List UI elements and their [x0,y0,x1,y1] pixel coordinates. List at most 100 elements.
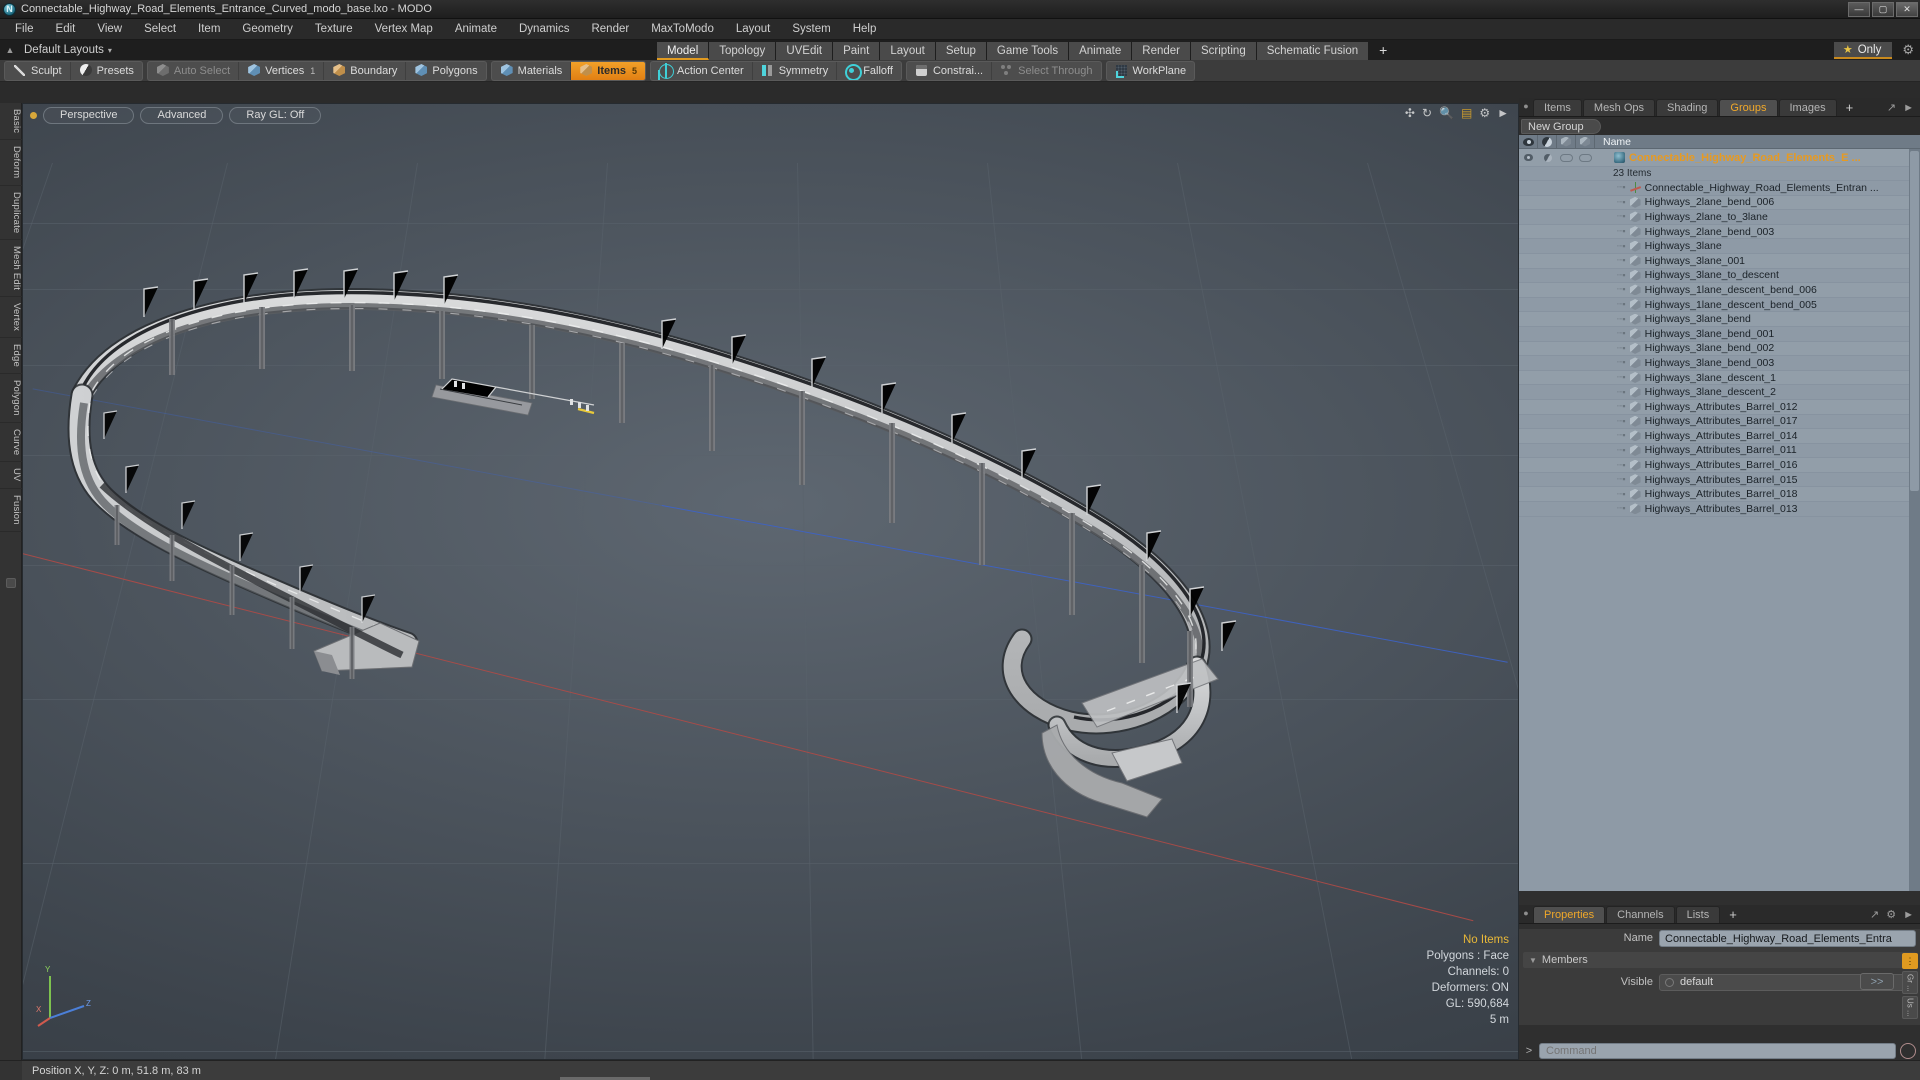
row-toggle-cell[interactable] [1538,225,1557,239]
row-toggle-cell[interactable] [1576,298,1595,312]
table-row[interactable]: ┈▪ Highways_3lane [1519,239,1920,254]
row-toggle-cell[interactable] [1538,473,1557,487]
row-toggle-cell[interactable] [1538,254,1557,268]
sidebar-item-basic[interactable]: Basic [0,103,22,141]
item-name-cell[interactable]: ┈▪ Highways_Attributes_Barrel_014 [1595,430,1798,442]
command-input[interactable] [1539,1043,1896,1059]
row-toggle-cell[interactable] [1538,487,1557,501]
row-toggle-cell[interactable] [1519,487,1538,501]
row-toggle-cell[interactable] [1557,210,1576,224]
row-toggle-cell[interactable] [1557,414,1576,428]
row-toggle-cell[interactable] [1538,195,1557,209]
items-button[interactable]: Items 5 [571,61,646,80]
panel-resize-handle[interactable] [6,578,16,588]
row-toggle-cell[interactable] [1519,312,1538,326]
gear-icon[interactable]: ⚙ [1902,42,1914,58]
panel-menu-icon[interactable]: ● [1519,97,1533,116]
row-toggle-cell[interactable] [1557,385,1576,399]
row-toggle-cell[interactable] [1519,268,1538,282]
row-toggle-cell[interactable] [1538,210,1557,224]
tab-channels[interactable]: Channels [1606,906,1675,923]
menu-dynamics[interactable]: Dynamics [508,19,580,40]
row-toggle-cell[interactable] [1519,458,1538,472]
menu-maxtomodo[interactable]: MaxToModo [640,19,725,40]
gear-icon[interactable]: ⚙ [1886,908,1896,921]
item-name-cell[interactable]: ┈▪ Highways_2lane_bend_006 [1595,196,1774,208]
menu-help[interactable]: Help [842,19,888,40]
row-toggle-cell[interactable] [1557,327,1576,341]
row-toggle-cell[interactable] [1557,254,1576,268]
row-toggle-cell[interactable] [1519,356,1538,370]
row-toggle-cell[interactable] [1576,210,1595,224]
table-row[interactable]: ┈▪ Highways_2lane_bend_003 [1519,224,1920,240]
viewport-active-indicator[interactable] [30,111,37,119]
sidebar-item-vertex[interactable]: Vertex [0,297,22,339]
tab-images[interactable]: Images [1778,99,1837,116]
row-toggle-cell[interactable] [1557,195,1576,209]
expand-icon[interactable]: ↗ [1870,908,1879,921]
table-row[interactable]: ┈▪ Highways_Attributes_Barrel_017 [1519,415,1920,430]
default-layouts-label[interactable]: Default Layouts [20,44,104,56]
row-toggle-cell[interactable] [1557,502,1576,516]
vertices-button[interactable]: Vertices 1 [239,61,325,80]
table-row[interactable]: ┈▪ Highways_Attributes_Barrel_015 [1519,473,1920,488]
row-toggle-cell[interactable] [1557,443,1576,457]
sidebar-item-mesh-edit[interactable]: Mesh Edit [0,240,22,298]
item-name-cell[interactable]: ┈▪ Highways_3lane_001 [1595,255,1745,267]
row-toggle-cell[interactable] [1557,356,1576,370]
row-lock-toggle[interactable] [1576,151,1595,165]
add-panel-tab-button[interactable]: + [1838,100,1862,116]
row-toggle-cell[interactable] [1538,414,1557,428]
row-toggle-cell[interactable] [1576,327,1595,341]
viewport-raygl-selector[interactable]: Ray GL: Off [229,106,322,124]
menu-render[interactable]: Render [580,19,640,40]
table-row[interactable]: ┈▪ Highways_Attributes_Barrel_012 [1519,399,1920,415]
properties-sidebar-active[interactable]: ⋮ [1902,953,1918,970]
tab-groups[interactable]: Groups [1719,99,1778,116]
row-toggle-cell[interactable] [1576,254,1595,268]
tab-paint[interactable]: Paint [833,42,881,60]
table-row[interactable]: ┈▪ Highways_3lane_bend [1519,312,1920,327]
tab-scripting[interactable]: Scripting [1190,42,1257,60]
close-button[interactable]: ✕ [1896,1,1918,17]
row-toggle-cell[interactable] [1557,225,1576,239]
tab-animate[interactable]: Animate [1069,42,1133,60]
table-row[interactable]: ┈▪ Highways_3lane_bend_001 [1519,327,1920,342]
rotate-icon[interactable]: ↻ [1422,106,1432,120]
symmetry-button[interactable]: Symmetry [753,61,838,80]
row-toggle-cell[interactable] [1519,225,1538,239]
minimize-button[interactable]: — [1848,1,1870,17]
item-name-cell[interactable]: ┈▪ Highways_1lane_descent_bend_006 [1595,284,1817,296]
row-toggle-cell[interactable] [1538,356,1557,370]
row-toggle-cell[interactable] [1538,400,1557,414]
row-toggle-cell[interactable] [1557,312,1576,326]
row-toggle-cell[interactable] [1519,195,1538,209]
table-row-group[interactable]: Connectable_Highway_Road_Elements_E ... [1519,149,1920,167]
item-name-cell[interactable]: ┈▪ Highways_3lane_bend_003 [1595,357,1774,369]
viewport-projection-selector[interactable]: Perspective [43,106,135,124]
item-name-cell[interactable]: ┈▪ Highways_3lane_bend_002 [1595,342,1774,354]
tab-shading[interactable]: Shading [1656,99,1719,116]
row-toggle-cell[interactable] [1538,429,1557,443]
menu-edit[interactable]: Edit [45,19,87,40]
item-name-cell[interactable]: ┈▪ Highways_3lane_bend_001 [1595,328,1774,340]
select-through-button[interactable]: Select Through [992,62,1100,80]
row-toggle-cell[interactable] [1538,341,1557,355]
row-toggle-cell[interactable] [1576,458,1595,472]
table-row[interactable]: ┈▪ Highways_1lane_descent_bend_005 [1519,298,1920,313]
row-toggle-cell[interactable] [1519,385,1538,399]
gear-icon[interactable]: ⚙ [1479,106,1490,120]
row-toggle-cell[interactable] [1576,414,1595,428]
expand-icon[interactable]: ↗ [1887,101,1896,114]
action-center-button[interactable]: Action Center [651,61,753,80]
expand-icon[interactable]: ► [1497,106,1509,120]
tab-items[interactable]: Items [1533,99,1582,116]
row-toggle-cell[interactable] [1576,195,1595,209]
viewport-shading-selector[interactable]: Advanced [140,106,224,124]
tab-layout[interactable]: Layout [880,42,936,60]
row-toggle-cell[interactable] [1557,473,1576,487]
row-toggle-cell[interactable] [1576,225,1595,239]
item-name-cell[interactable]: ┈▪ Highways_1lane_descent_bend_005 [1595,299,1817,311]
table-row[interactable]: ┈▪ Highways_Attributes_Barrel_013 [1519,502,1920,517]
row-toggle-cell[interactable] [1557,371,1576,385]
